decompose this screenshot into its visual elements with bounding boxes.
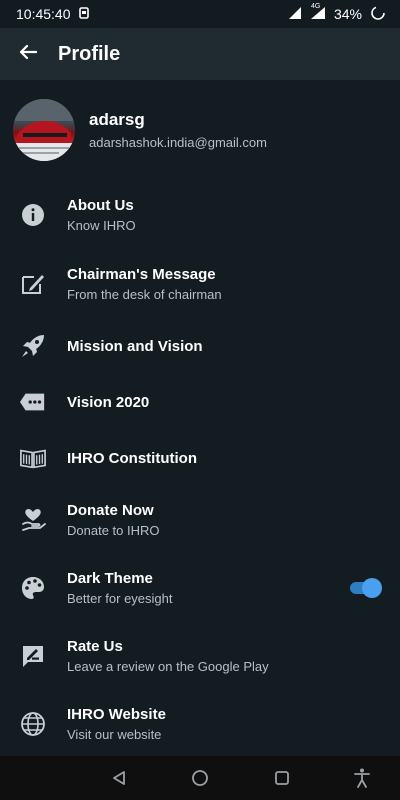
notification-icon <box>78 6 89 22</box>
menu-item-title: IHRO Constitution <box>67 449 197 467</box>
menu-item-dark-theme[interactable]: Dark Theme Better for eyesight <box>0 554 400 622</box>
menu-item-ihro-website[interactable]: IHRO Website Visit our website <box>0 690 400 758</box>
globe-icon <box>20 711 46 737</box>
sign-pen-icon <box>20 271 46 297</box>
avatar[interactable] <box>13 99 75 161</box>
app-bar: Profile <box>0 28 400 80</box>
palette-icon <box>20 575 46 601</box>
toggle-thumb <box>362 578 382 598</box>
wifi-signal-icon <box>288 6 302 23</box>
profile-email: adarshashok.india@gmail.com <box>89 135 267 150</box>
menu-item-vision-2020[interactable]: Vision 2020 <box>0 374 400 430</box>
ellipsis-tag-icon <box>20 389 46 415</box>
menu-item-title: Rate Us <box>67 638 123 655</box>
menu-item-about-us[interactable]: About Us Know IHRO <box>0 180 400 250</box>
rate-review-icon <box>20 643 46 669</box>
network-type: 4G <box>310 2 321 10</box>
status-bar: 10:45:40 4G 34% <box>0 0 400 28</box>
menu-item-ihro-constitution[interactable]: IHRO Constitution <box>0 430 400 486</box>
menu-item-subtitle: Donate to IHRO <box>67 523 160 538</box>
back-button[interactable] <box>0 28 56 80</box>
menu-item-mission-and-vision[interactable]: Mission and Vision <box>0 318 400 374</box>
menu-item-title: Mission and Vision <box>67 337 203 355</box>
info-icon <box>20 202 46 228</box>
menu-item-subtitle: Better for eyesight <box>67 591 173 606</box>
battery-percent: 34% <box>333 6 362 22</box>
menu-item-subtitle: From the desk of chairman <box>67 287 222 302</box>
back-triangle-icon[interactable] <box>107 766 131 790</box>
donate-heart-icon <box>20 507 46 533</box>
profile-name: adarsg <box>89 110 145 129</box>
profile-header[interactable]: adarsg adarshashok.india@gmail.com <box>0 80 400 180</box>
menu-item-subtitle: Visit our website <box>67 727 162 742</box>
system-nav-bar <box>0 756 400 800</box>
page-title: Profile <box>58 42 121 65</box>
book-icon <box>20 445 46 471</box>
home-circle-icon[interactable] <box>188 766 212 790</box>
cell-signal-icon: 4G <box>310 2 326 23</box>
status-time: 10:45:40 <box>16 6 71 22</box>
arrow-left-icon <box>19 44 38 65</box>
dark-theme-toggle[interactable] <box>348 578 382 598</box>
menu-item-title: Chairman's Message <box>67 266 216 283</box>
menu-item-title: Dark Theme <box>67 570 153 587</box>
menu-item-title: IHRO Website <box>67 706 166 723</box>
menu-item-subtitle: Know IHRO <box>67 218 136 233</box>
recents-square-icon[interactable] <box>270 766 294 790</box>
menu-item-subtitle: Leave a review on the Google Play <box>67 659 269 674</box>
menu-item-title: Vision 2020 <box>67 393 150 411</box>
rocket-icon <box>20 333 46 359</box>
menu-item-rate-us[interactable]: Rate Us Leave a review on the Google Pla… <box>0 622 400 690</box>
menu-item-chairmans-message[interactable]: Chairman's Message From the desk of chai… <box>0 250 400 318</box>
menu-item-title: Donate Now <box>67 502 154 519</box>
menu-item-donate-now[interactable]: Donate Now Donate to IHRO <box>0 486 400 554</box>
battery-icon <box>370 5 386 24</box>
menu-item-title: About Us <box>67 197 134 214</box>
accessibility-icon[interactable] <box>350 766 374 790</box>
